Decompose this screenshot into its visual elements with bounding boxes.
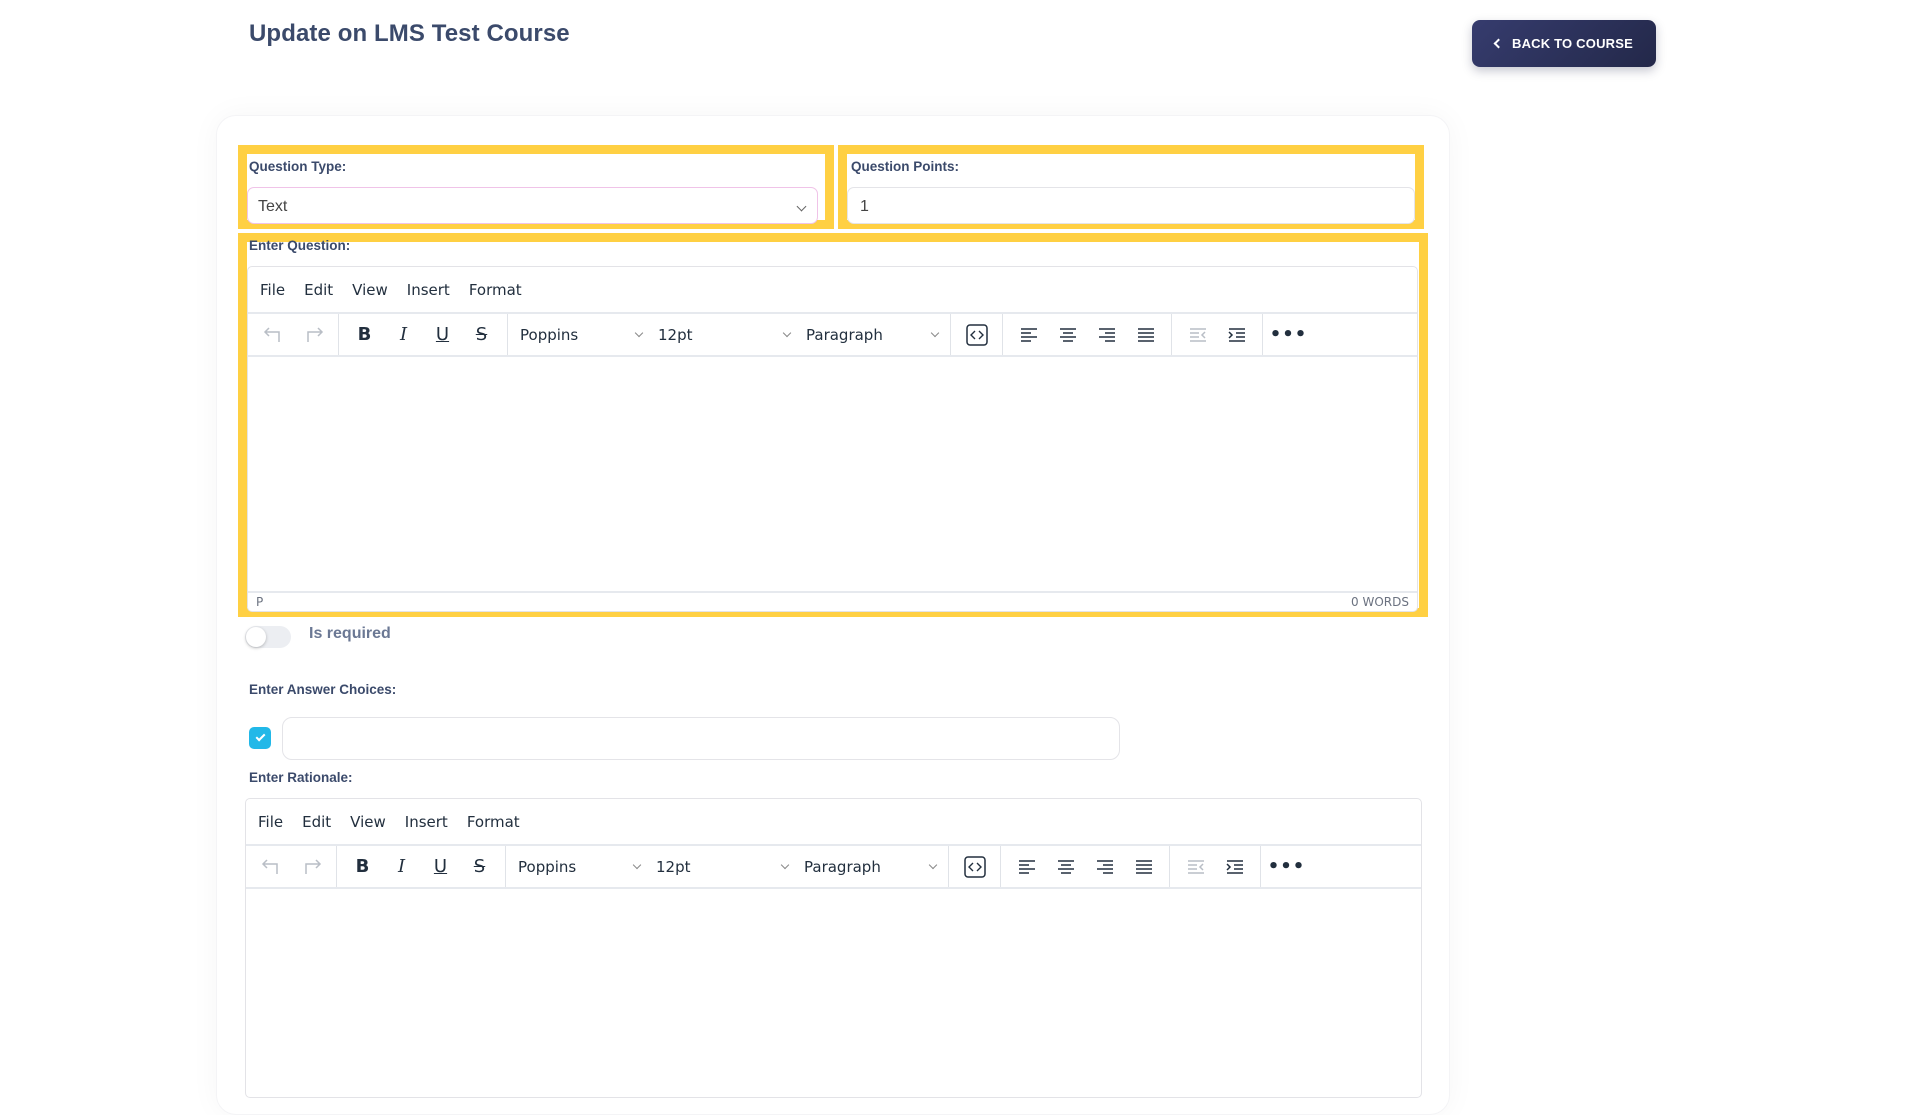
block-format-dropdown[interactable]: Paragraph <box>796 850 944 884</box>
font-size-value: 12pt <box>658 325 693 344</box>
question-points-value: 1 <box>860 198 869 215</box>
toggle-knob <box>246 627 266 647</box>
strikethrough-icon[interactable]: S <box>460 850 499 884</box>
menu-view[interactable]: View <box>350 813 386 831</box>
menu-insert[interactable]: Insert <box>407 281 450 299</box>
menu-view[interactable]: View <box>352 281 388 299</box>
underline-icon[interactable]: U <box>423 318 462 352</box>
font-size-dropdown[interactable]: 12pt <box>650 318 798 352</box>
back-to-course-button[interactable]: BACK TO COURSE <box>1472 20 1656 67</box>
align-justify-icon[interactable] <box>1124 850 1163 884</box>
menu-format[interactable]: Format <box>467 813 520 831</box>
editor-toolbar: B I U S Poppins 12pt Paragraph ••• <box>248 312 1417 357</box>
chevron-down-icon <box>796 201 807 212</box>
font-family-value: Poppins <box>520 325 579 344</box>
underline-icon[interactable]: U <box>421 850 460 884</box>
source-code-icon[interactable] <box>955 850 994 884</box>
font-family-dropdown[interactable]: Poppins <box>512 318 650 352</box>
page-title: Update on LMS Test Course <box>249 20 570 47</box>
align-center-icon[interactable] <box>1046 850 1085 884</box>
answer-correct-checkbox[interactable] <box>249 727 271 749</box>
chevron-down-icon <box>780 860 790 869</box>
italic-icon[interactable]: I <box>382 850 421 884</box>
menu-format[interactable]: Format <box>469 281 522 299</box>
align-left-icon[interactable] <box>1007 850 1046 884</box>
block-format-dropdown[interactable]: Paragraph <box>798 318 946 352</box>
menu-edit[interactable]: Edit <box>302 813 331 831</box>
bold-icon[interactable]: B <box>343 850 382 884</box>
question-points-input[interactable]: 1 <box>847 187 1415 224</box>
menu-edit[interactable]: Edit <box>304 281 333 299</box>
rationale-label: Enter Rationale: <box>249 770 353 785</box>
chevron-down-icon <box>782 328 792 337</box>
more-options-icon[interactable]: ••• <box>1267 850 1306 884</box>
menu-file[interactable]: File <box>258 813 283 831</box>
chevron-down-icon <box>632 860 642 869</box>
enter-question-label: Enter Question: <box>249 238 351 253</box>
align-right-icon[interactable] <box>1085 850 1124 884</box>
editor-menubar: File Edit View Insert Format <box>246 799 1421 844</box>
answer-choice-input[interactable] <box>282 717 1120 760</box>
indent-icon[interactable] <box>1217 318 1256 352</box>
editor-toolbar: B I U S Poppins 12pt Paragraph ••• <box>246 844 1421 889</box>
question-editor-content[interactable] <box>248 359 1417 591</box>
chevron-down-icon <box>930 328 940 337</box>
word-count[interactable]: 0 WORDS <box>1351 595 1409 609</box>
source-code-icon[interactable] <box>957 318 996 352</box>
align-justify-icon[interactable] <box>1126 318 1165 352</box>
answer-choices-label: Enter Answer Choices: <box>249 682 397 697</box>
italic-icon[interactable]: I <box>384 318 423 352</box>
editor-menubar: File Edit View Insert Format <box>248 267 1417 312</box>
editor-statusbar: P 0 WORDS <box>248 591 1417 611</box>
block-format-value: Paragraph <box>804 857 881 876</box>
align-left-icon[interactable] <box>1009 318 1048 352</box>
more-options-icon[interactable]: ••• <box>1269 318 1308 352</box>
undo-icon[interactable] <box>252 850 291 884</box>
bold-icon[interactable]: B <box>345 318 384 352</box>
undo-icon[interactable] <box>254 318 293 352</box>
font-size-dropdown[interactable]: 12pt <box>648 850 796 884</box>
question-type-value: Text <box>258 198 288 215</box>
is-required-toggle[interactable] <box>245 626 291 648</box>
font-family-dropdown[interactable]: Poppins <box>510 850 648 884</box>
align-right-icon[interactable] <box>1087 318 1126 352</box>
rationale-editor: File Edit View Insert Format B I U S Pop… <box>245 798 1422 1098</box>
chevron-down-icon <box>634 328 644 337</box>
indent-icon[interactable] <box>1215 850 1254 884</box>
question-type-select[interactable]: Text <box>247 187 818 224</box>
is-required-label: Is required <box>309 625 391 642</box>
block-format-value: Paragraph <box>806 325 883 344</box>
redo-icon[interactable] <box>291 850 330 884</box>
element-path[interactable]: P <box>256 595 263 609</box>
question-points-label: Question Points: <box>851 159 959 174</box>
question-type-label: Question Type: <box>249 159 347 174</box>
chevron-down-icon <box>928 860 938 869</box>
align-center-icon[interactable] <box>1048 318 1087 352</box>
font-size-value: 12pt <box>656 857 691 876</box>
rationale-editor-content[interactable] <box>246 891 1421 1097</box>
outdent-icon[interactable] <box>1178 318 1217 352</box>
menu-file[interactable]: File <box>260 281 285 299</box>
menu-insert[interactable]: Insert <box>405 813 448 831</box>
redo-icon[interactable] <box>293 318 332 352</box>
question-editor: File Edit View Insert Format B I U S Pop… <box>247 266 1418 612</box>
back-to-course-label: BACK TO COURSE <box>1511 36 1633 51</box>
font-family-value: Poppins <box>518 857 577 876</box>
strikethrough-icon[interactable]: S <box>462 318 501 352</box>
chevron-left-icon <box>1493 38 1504 49</box>
outdent-icon[interactable] <box>1176 850 1215 884</box>
check-icon <box>255 731 265 742</box>
